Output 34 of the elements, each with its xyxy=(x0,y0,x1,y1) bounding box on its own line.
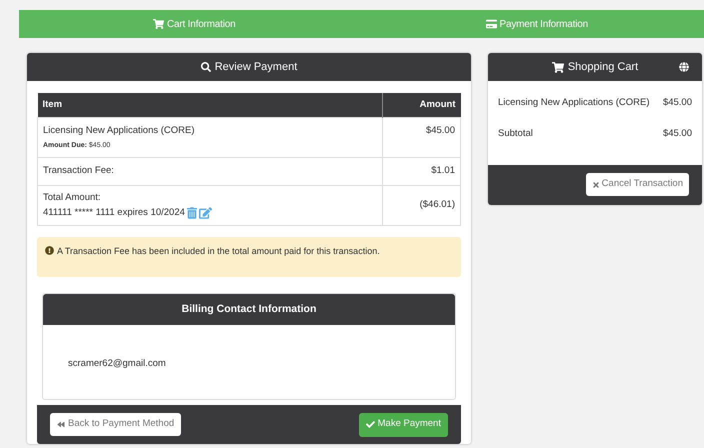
info-icon xyxy=(45,246,54,255)
back-button[interactable]: Back to Payment Method xyxy=(50,413,182,436)
table-cell: ($46.01) xyxy=(382,185,460,226)
search-icon xyxy=(200,62,211,72)
email-text: scramer62@gmail.com xyxy=(68,358,166,369)
cancel-button[interactable]: Cancel Transaction xyxy=(586,173,689,196)
cart-line-label: Subtotal xyxy=(498,127,533,142)
item-label: Licensing New Applications (CORE) xyxy=(43,124,196,138)
cart-line-amount: $45.00 xyxy=(662,96,692,110)
card-details: 411111 ***** 1111 expires 10/2024 xyxy=(43,206,185,220)
rewind-icon xyxy=(57,421,65,428)
item-label: Total Amount: xyxy=(43,190,102,204)
cart-icon xyxy=(552,62,564,72)
billing-title: Billing Contact Information xyxy=(182,302,316,317)
globe-icon[interactable] xyxy=(679,62,689,72)
check-icon xyxy=(366,420,375,429)
panel-title: Shopping Cart xyxy=(568,60,638,75)
table-cell: $1.01 xyxy=(382,158,460,185)
column-header: Item xyxy=(38,93,382,117)
column-header: Amount xyxy=(382,93,460,117)
table-cell: $45.00 xyxy=(382,117,460,158)
cart-icon xyxy=(153,19,164,29)
delete-icon[interactable] xyxy=(186,206,197,219)
step-label: Cart Information xyxy=(167,18,236,32)
panel-title: Review Payment xyxy=(214,60,298,75)
item-label: Transaction Fee: xyxy=(43,164,115,178)
edit-icon[interactable] xyxy=(198,206,212,219)
close-icon xyxy=(592,180,600,188)
step-label: Payment Information xyxy=(500,18,588,32)
notice-text: A Transaction Fee has been included in the total amount paid for this transaction. xyxy=(57,245,380,258)
cart-line-label: Licensing New Applications (CORE) xyxy=(498,96,650,110)
make-payment-button[interactable]: Make Payment xyxy=(358,412,448,436)
credit-card-icon xyxy=(486,19,497,29)
cart-line-amount: $45.00 xyxy=(662,127,692,142)
